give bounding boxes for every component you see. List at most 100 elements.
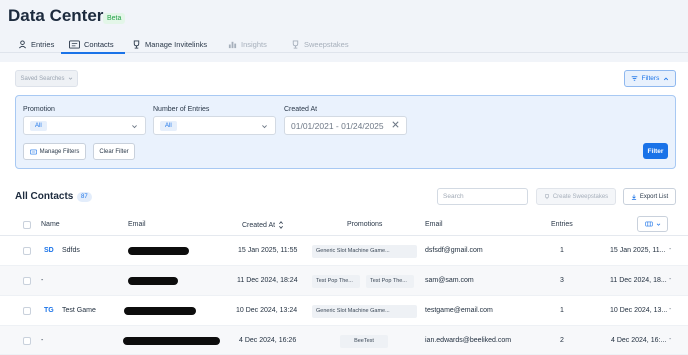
column-settings-button[interactable] xyxy=(637,216,668,232)
entries-selected-chip: All xyxy=(160,121,177,131)
clear-filter-button[interactable]: Clear Filter xyxy=(93,143,135,160)
tab-entries-label: Entries xyxy=(31,39,55,49)
last-entry: 4 Dec 2024, 16:... xyxy=(611,337,667,344)
trophy-icon xyxy=(545,193,549,199)
tab-insights-label: Insights xyxy=(241,39,267,49)
create-sweepstakes-button[interactable]: Create Sweepstakes xyxy=(536,188,616,205)
column-email-2-header[interactable]: Email xyxy=(425,221,443,228)
promotion-select[interactable]: All xyxy=(23,116,146,135)
created-at: 15 Jan 2025, 11:55 xyxy=(238,247,298,254)
column-email-header[interactable]: Email xyxy=(128,221,146,228)
table-header: Name Email Created At Promotions Email E… xyxy=(0,213,688,236)
last-entry: 15 Jan 2025, 11... xyxy=(610,247,666,254)
select-all-checkbox[interactable] xyxy=(23,221,31,229)
manage-filters-button[interactable]: Manage Filters xyxy=(23,143,86,160)
table-row[interactable]: - 4 Dec 2024, 16:26 BeeTest ian.edwards@… xyxy=(0,326,688,355)
row-checkbox[interactable] xyxy=(23,337,31,345)
tab-contacts-label: Contacts xyxy=(84,39,114,49)
tab-manage-invitelinks[interactable]: Manage Invitelinks xyxy=(132,38,207,50)
entries-count: 3 xyxy=(560,277,564,284)
row-more-icon[interactable]: - xyxy=(669,306,671,313)
date-range-value: 01/01/2021 - 01/24/2025 xyxy=(291,121,384,131)
trophy-icon xyxy=(133,39,140,49)
redacted-email xyxy=(128,247,189,255)
close-icon[interactable] xyxy=(391,120,400,129)
column-created-header[interactable]: Created At xyxy=(242,221,284,229)
created-at: 4 Dec 2024, 16:26 xyxy=(239,337,297,344)
last-entry: 11 Dec 2024, 18... xyxy=(610,277,667,284)
promotion-filter-label: Promotion xyxy=(23,106,55,113)
contact-name[interactable]: - xyxy=(41,277,43,284)
row-checkbox[interactable] xyxy=(23,247,31,255)
row-more-icon[interactable]: - xyxy=(669,336,671,343)
promotion-tag: Generic Slot Machine Game... xyxy=(312,305,417,318)
trophy-icon xyxy=(292,39,299,49)
avatar-initials: SD xyxy=(44,247,54,254)
entries-filter-label: Number of Entries xyxy=(153,106,210,113)
export-list-label: Export List xyxy=(639,193,669,200)
contact-email: sam@sam.com xyxy=(425,277,474,284)
created-at-filter-label: Created At xyxy=(284,106,318,113)
table-row[interactable]: TG Test Game 10 Dec 2024, 13:24 Generic … xyxy=(0,296,688,326)
contact-name[interactable]: - xyxy=(41,337,43,344)
entries-count: 1 xyxy=(560,247,564,254)
promotion-tag: Test Pop The... xyxy=(366,275,414,288)
last-entry: 10 Dec 2024, 13... xyxy=(610,307,668,314)
beta-badge: Beta xyxy=(103,13,126,24)
column-name-header[interactable]: Name xyxy=(41,221,60,228)
promotion-tag: BeeTest xyxy=(340,335,388,348)
chevron-down-icon xyxy=(68,77,72,80)
table-row[interactable]: SD Sdfds 15 Jan 2025, 11:55 Generic Slot… xyxy=(0,236,688,266)
created-at: 10 Dec 2024, 13:24 xyxy=(236,307,298,314)
apply-filter-button[interactable]: Filter xyxy=(643,143,668,159)
saved-searches-button[interactable]: Saved Searches xyxy=(15,70,78,87)
contact-name[interactable]: Test Game xyxy=(62,307,96,314)
export-list-button[interactable]: Export List xyxy=(623,188,676,205)
chevron-up-icon xyxy=(664,76,669,80)
search-input[interactable]: Search xyxy=(437,188,528,205)
row-more-icon[interactable]: - xyxy=(669,276,671,283)
redacted-email xyxy=(124,307,196,315)
manage-filters-label: Manage Filters xyxy=(39,148,80,155)
avatar-initials: TG xyxy=(44,307,54,314)
create-sweepstakes-label: Create Sweepstakes xyxy=(552,193,609,200)
contact-email: ian.edwards@beeliked.com xyxy=(425,337,512,344)
promotion-tag: Test Pop The... xyxy=(312,275,360,288)
contact-card-icon xyxy=(69,39,80,49)
filter-settings-icon xyxy=(29,149,37,154)
contact-email: testgame@email.com xyxy=(425,307,493,314)
date-range-input[interactable]: 01/01/2021 - 01/24/2025 xyxy=(284,116,407,135)
columns-icon xyxy=(644,221,653,227)
entries-count: 1 xyxy=(560,307,564,314)
contacts-title: All Contacts xyxy=(15,191,74,202)
chevron-down-icon xyxy=(656,222,660,226)
row-checkbox[interactable] xyxy=(23,277,31,285)
column-created-label: Created At xyxy=(242,221,276,229)
chevron-down-icon xyxy=(132,125,137,129)
row-checkbox[interactable] xyxy=(23,307,31,315)
row-more-icon[interactable]: - xyxy=(669,246,671,253)
table-row[interactable]: - 11 Dec 2024, 18:24 Test Pop The... Tes… xyxy=(0,266,688,296)
entries-count: 2 xyxy=(560,337,564,344)
promotion-selected-chip: All xyxy=(30,121,47,131)
filter-lines-icon xyxy=(631,76,637,81)
tab-sweepstakes-label: Sweepstakes xyxy=(304,39,349,49)
tab-bar: Entries Contacts Manage Invitelinks Insi… xyxy=(0,33,688,53)
filters-toggle-button[interactable]: Filters xyxy=(624,70,676,87)
entries-select[interactable]: All xyxy=(153,116,276,135)
tab-entries[interactable]: Entries xyxy=(18,38,54,50)
saved-searches-label: Saved Searches xyxy=(20,75,65,82)
tab-manage-invitelinks-label: Manage Invitelinks xyxy=(145,39,208,49)
filters-toggle-label: Filters xyxy=(641,75,660,82)
page-title: Data Center xyxy=(8,6,104,25)
tab-insights[interactable]: Insights xyxy=(228,38,267,50)
created-at: 11 Dec 2024, 18:24 xyxy=(237,277,298,284)
column-entries-header[interactable]: Entries xyxy=(551,221,573,228)
tab-contacts[interactable]: Contacts xyxy=(69,38,114,50)
chevron-down-icon xyxy=(262,125,267,129)
column-promotions-header[interactable]: Promotions xyxy=(347,221,382,228)
contact-name[interactable]: Sdfds xyxy=(62,247,80,254)
sort-icon[interactable] xyxy=(278,221,284,229)
contacts-count-badge: 87 xyxy=(77,192,92,202)
tab-sweepstakes[interactable]: Sweepstakes xyxy=(291,38,349,50)
